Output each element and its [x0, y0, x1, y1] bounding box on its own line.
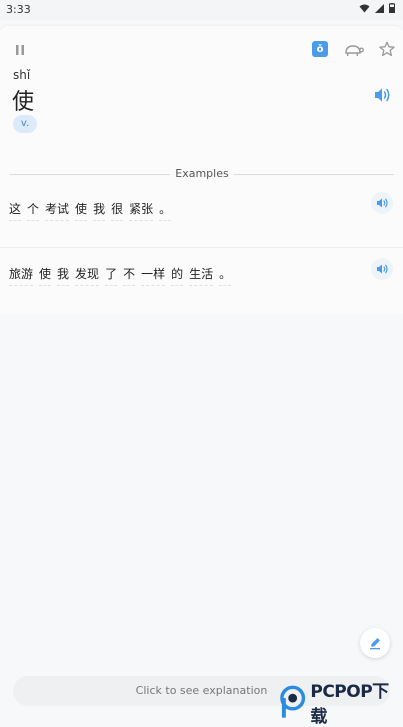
example-word[interactable]: 使: [39, 265, 52, 286]
example-word[interactable]: 很: [111, 200, 124, 221]
speaker-icon: [377, 198, 388, 208]
example-sentence-1: 这 个 考试 使 我 很 紧张 。: [0, 192, 403, 224]
pinyin: shǐ: [13, 68, 31, 82]
example-word: 。: [219, 265, 232, 286]
watermark-logo: PCPOP下载: [279, 682, 403, 727]
example-1-audio-button[interactable]: [371, 192, 393, 214]
tone-icon: ǒ: [316, 43, 324, 55]
example-2-audio-button[interactable]: [371, 258, 393, 280]
tone-button[interactable]: ǒ: [312, 41, 328, 57]
speaker-icon: [377, 264, 388, 274]
pause-icon: [16, 45, 24, 55]
example-word[interactable]: 这: [9, 200, 22, 221]
watermark-p-icon: [280, 685, 306, 718]
pause-button[interactable]: [10, 41, 30, 59]
word-audio-button[interactable]: [371, 84, 393, 106]
battery-icon: [389, 3, 395, 13]
example-word[interactable]: 旅游: [9, 265, 34, 286]
example-word: 。: [159, 200, 172, 221]
example-word[interactable]: 一样: [141, 265, 166, 286]
signal-icon: [375, 3, 384, 13]
example-word[interactable]: 个: [27, 200, 40, 221]
edit-button[interactable]: [360, 628, 390, 658]
example-separator: [0, 247, 403, 248]
example-word[interactable]: 不: [123, 265, 136, 286]
status-time: 3:33: [6, 3, 31, 16]
example-word[interactable]: 紧张: [129, 200, 154, 221]
favorite-button[interactable]: [377, 39, 397, 59]
example-word[interactable]: 我: [93, 200, 106, 221]
example-word[interactable]: 发现: [75, 265, 100, 286]
example-sentence-2: 旅游 使 我 发现 了 不 一样 的 生活 。: [0, 258, 403, 289]
example-1-words: 这 个 考试 使 我 很 紧张 。: [9, 200, 172, 221]
star-icon: [379, 41, 395, 57]
example-word[interactable]: 了: [105, 265, 118, 286]
example-word[interactable]: 考试: [45, 200, 70, 221]
status-icons: [359, 3, 395, 13]
speaker-icon: [375, 88, 390, 102]
part-of-speech-badge: v.: [13, 115, 37, 133]
examples-divider: Examples: [10, 166, 394, 184]
hanzi-character: 使: [12, 90, 35, 115]
example-word[interactable]: 的: [171, 265, 184, 286]
example-2-words: 旅游 使 我 发现 了 不 一样 的 生活 。: [9, 265, 232, 286]
example-word[interactable]: 使: [75, 200, 88, 221]
status-bar: 3:33: [0, 0, 403, 20]
slow-speed-button[interactable]: [343, 40, 365, 60]
turtle-icon: [345, 45, 364, 57]
wifi-icon: [359, 4, 370, 12]
example-word[interactable]: 生活: [189, 265, 214, 286]
watermark-text: PCPOP下载: [310, 681, 389, 727]
divider-line-right: [234, 174, 394, 175]
example-word[interactable]: 我: [57, 265, 70, 286]
pencil-icon: [370, 638, 380, 650]
